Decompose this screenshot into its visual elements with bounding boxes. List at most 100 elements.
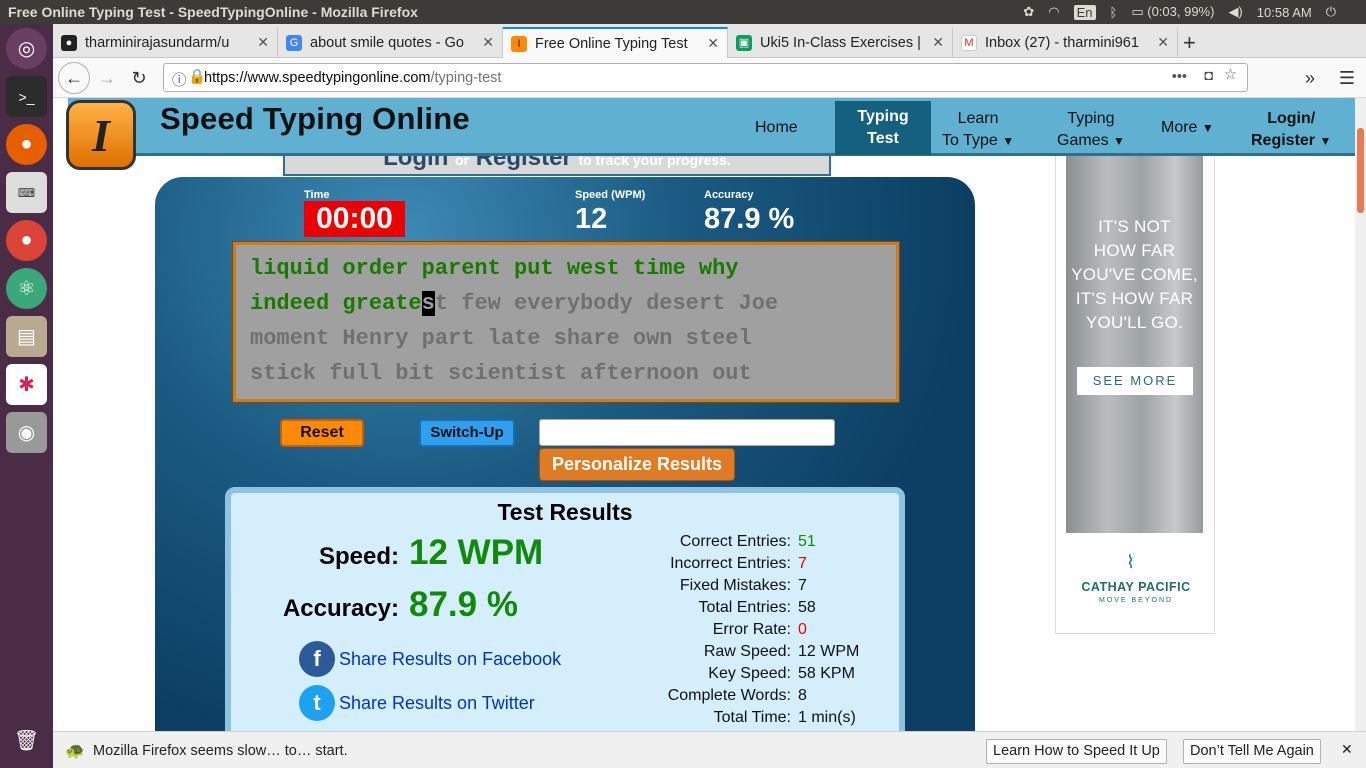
site-name[interactable]: Speed Typing Online — [160, 101, 470, 137]
ad-image: IT'S NOT HOW FAR YOU'VE COME, IT'S HOW F… — [1066, 127, 1203, 533]
ad-see-more-button[interactable]: SEE MORE — [1077, 367, 1193, 395]
nav-learn-to-type[interactable]: Learn To Type ▼ — [942, 108, 1014, 152]
nav-typing-test[interactable]: Typing Test — [835, 101, 931, 155]
info-icon[interactable]: ⓘ — [172, 69, 187, 90]
nav-typing-games[interactable]: Typing Games ▼ — [1057, 108, 1125, 152]
overflow-chevron-icon[interactable]: » — [1296, 64, 1324, 92]
caret-down-icon: ▼ — [1319, 134, 1332, 148]
atom-icon[interactable]: ⚛ — [6, 268, 47, 309]
github-icon: ● — [61, 34, 77, 51]
firefox-icon[interactable]: ● — [6, 124, 47, 165]
page-scrollbar[interactable] — [1355, 98, 1366, 731]
dont-tell-again-button[interactable]: Don’t Tell Me Again — [1183, 739, 1321, 764]
turtle-icon: 🐢 — [65, 743, 85, 760]
share-facebook-link[interactable]: f Share Results on Facebook — [299, 641, 561, 677]
nav-label: Typing — [1067, 110, 1115, 127]
chrome-icon[interactable]: ● — [6, 220, 47, 261]
result-row: Total Entries: 58 — [611, 599, 911, 617]
pocket-icon[interactable]: ◘ — [1204, 68, 1213, 84]
reload-icon[interactable]: ↻ — [125, 64, 153, 92]
keyboard-layout[interactable]: En — [1073, 4, 1096, 20]
close-icon[interactable]: ✕ — [1157, 34, 1169, 51]
result-value: 51 — [798, 533, 816, 550]
nav-label: Login/ — [1267, 110, 1316, 127]
text-line: stick full bit scientist afternoon out — [250, 356, 882, 391]
time-value: 00:00 — [304, 201, 405, 237]
nav-more[interactable]: More ▼ — [1161, 117, 1214, 139]
tab-google[interactable]: Gabout smile quotes - Go ✕ — [278, 27, 503, 58]
tab-typing-test[interactable]: I Free Online Typing Test ✕ — [503, 27, 728, 58]
menu-icon[interactable]: ☰ — [1333, 64, 1361, 92]
typing-input[interactable] — [539, 419, 835, 446]
pending-text: moment Henry part late share own steel — [250, 326, 752, 351]
text-line: moment Henry part late share own steel — [250, 321, 882, 356]
navigation-bar: ← → ↻ ⓘ 🔒 https://www.speedtypingonline.… — [53, 58, 1366, 98]
close-icon[interactable]: ✕ — [257, 34, 269, 51]
result-key: Total Time: — [713, 709, 791, 726]
nav-label: Typing — [857, 108, 909, 125]
wifi-icon[interactable]: ◠ — [1048, 4, 1059, 20]
ubuntu-dash-icon[interactable]: ◎ — [6, 28, 47, 69]
ad-line: IT'S HOW FAR — [1075, 289, 1194, 308]
close-icon[interactable]: ✕ — [1341, 741, 1353, 758]
result-key: Key Speed: — [708, 665, 791, 682]
clock[interactable]: 10:58 AM — [1257, 5, 1312, 20]
switch-up-button[interactable]: Switch-Up — [419, 419, 515, 447]
tab-label: tharminirajasundarm/u — [85, 34, 230, 51]
google-icon: G — [286, 34, 302, 51]
updates-icon[interactable]: ✿ — [1023, 4, 1034, 20]
trash-icon[interactable]: 🗑 — [6, 720, 47, 761]
close-icon[interactable]: ✕ — [932, 34, 944, 51]
personalize-results-button[interactable]: Personalize Results — [539, 448, 735, 481]
share-twitter-link[interactable]: t Share Results on Twitter — [299, 685, 535, 721]
accuracy-label: Accuracy — [704, 189, 754, 201]
battery-icon: ▭ — [1131, 4, 1144, 19]
tab-classroom[interactable]: ▣ Uki5 In-Class Exercises | ✕ — [728, 27, 953, 58]
files-icon[interactable]: ▤ — [6, 316, 47, 357]
forward-icon[interactable]: → — [93, 64, 121, 92]
volume-icon[interactable]: ◀) — [1228, 4, 1242, 20]
site-logo-icon[interactable]: I — [66, 100, 136, 170]
slack-icon[interactable]: ✱ — [6, 364, 47, 405]
typing-text-box[interactable]: liquid order parent put west time why in… — [233, 242, 899, 402]
nav-home[interactable]: Home — [755, 117, 798, 139]
result-row: Fixed Mistakes: 7 — [611, 577, 911, 595]
time-label: Time — [304, 189, 330, 201]
caret-down-icon: ▼ — [1201, 121, 1214, 135]
caret-down-icon: ▼ — [1113, 134, 1125, 148]
window-title: Free Online Typing Test - SpeedTypingOnl… — [8, 4, 418, 20]
battery-indicator[interactable]: ▭ (0:03, 99%) — [1131, 4, 1214, 20]
new-tab-icon[interactable]: + — [1183, 30, 1196, 56]
bluetooth-icon[interactable]: ᛒ — [1110, 5, 1118, 20]
bookmark-star-icon[interactable]: ☆ — [1224, 67, 1237, 83]
nav-login-register[interactable]: Login/ Register ▼ — [1251, 108, 1331, 152]
power-icon[interactable]: ⏻ — [1326, 4, 1336, 20]
tab-label: Inbox (27) - tharmini961 — [985, 34, 1139, 51]
advertisement[interactable]: IT'S NOT HOW FAR YOU'VE COME, IT'S HOW F… — [1055, 126, 1215, 634]
result-accuracy-label: Accuracy: — [282, 595, 399, 622]
text-line: indeed greatest few everybody desert Joe — [250, 286, 882, 321]
scrollbar-thumb[interactable] — [1357, 128, 1364, 213]
terminal-icon[interactable]: >_ — [6, 76, 47, 117]
os-top-bar: Free Online Typing Test - SpeedTypingOnl… — [0, 0, 1366, 24]
cathay-logo-icon: ⌇ — [1126, 552, 1135, 572]
url-bar[interactable]: ⓘ 🔒 https://www.speedtypingonline.com/ty… — [163, 63, 1248, 92]
learn-speed-up-button[interactable]: Learn How to Speed It Up — [986, 739, 1167, 764]
tab-gmail[interactable]: M Inbox (27) - tharmini961 ✕ — [953, 27, 1178, 58]
result-row: Complete Words: 8 — [611, 687, 911, 705]
facebook-icon: f — [299, 641, 335, 677]
close-icon[interactable]: ✕ — [482, 34, 494, 51]
camera-icon[interactable]: ◉ — [6, 412, 47, 453]
accuracy-value: 87.9 % — [704, 203, 795, 235]
tab-label: about smile quotes - Go — [310, 34, 464, 51]
keyboard-app-icon[interactable]: ⌨ — [6, 172, 47, 213]
tab-bar: ● tharminirajasundarm/u ✕ Gabout smile quo… — [53, 24, 1366, 58]
nav-label: To Type — [942, 132, 998, 149]
back-icon[interactable]: ← — [58, 62, 90, 94]
tab-github[interactable]: ● tharminirajasundarm/u ✕ — [53, 27, 278, 58]
reset-button[interactable]: Reset — [280, 419, 364, 447]
result-key: Correct Entries: — [679, 533, 791, 550]
page-actions-icon[interactable]: ••• — [1172, 69, 1187, 85]
close-icon[interactable]: ✕ — [707, 35, 719, 52]
result-value: 1 min(s) — [798, 709, 856, 726]
